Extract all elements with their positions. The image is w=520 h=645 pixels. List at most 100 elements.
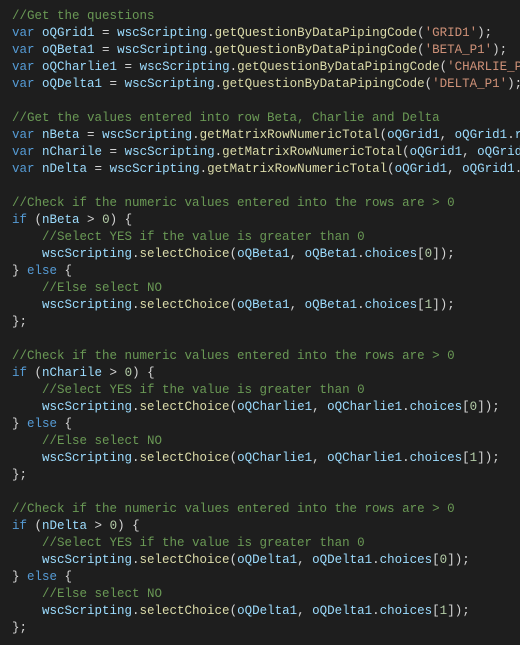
token-op: ( (230, 400, 238, 414)
token-op: ]); (477, 451, 500, 465)
code-line[interactable]: //Else select NO (12, 433, 508, 450)
token-op: ]); (447, 604, 470, 618)
token-var: oQBeta1 (305, 298, 358, 312)
token-op: ( (230, 553, 238, 567)
code-line[interactable]: }; (12, 620, 508, 637)
token-op: = (117, 60, 140, 74)
token-var: wscScripting (102, 128, 192, 142)
token-var: nDelta (42, 162, 87, 176)
token-op: . (207, 26, 215, 40)
token-op (12, 587, 42, 601)
token-var: oQDelta1 (237, 604, 297, 618)
code-line[interactable]: wscScripting.selectChoice(oQDelta1, oQDe… (12, 603, 508, 620)
code-line[interactable] (12, 93, 508, 110)
code-line[interactable]: //Get the values entered into row Beta, … (12, 110, 508, 127)
token-op: > (102, 366, 125, 380)
code-line[interactable]: if (nBeta > 0) { (12, 212, 508, 229)
code-line[interactable] (12, 484, 508, 501)
code-line[interactable]: var nBeta = wscScripting.getMatrixRowNum… (12, 127, 508, 144)
token-op: ( (27, 519, 42, 533)
token-comment: //Else select NO (42, 281, 162, 295)
code-line[interactable]: var oQDelta1 = wscScripting.getQuestionB… (12, 76, 508, 93)
code-line[interactable]: }; (12, 314, 508, 331)
code-line[interactable]: } else { (12, 416, 508, 433)
token-var: wscScripting (42, 247, 132, 261)
token-op (12, 383, 42, 397)
code-line[interactable]: if (nDelta > 0) { (12, 518, 508, 535)
code-line[interactable]: //Else select NO (12, 280, 508, 297)
token-kw: var (12, 145, 35, 159)
code-line[interactable]: }; (12, 467, 508, 484)
code-editor[interactable]: //Get the questions var oQGrid1 = wscScri… (12, 8, 508, 637)
code-line[interactable]: //Check if the numeric values entered in… (12, 501, 508, 518)
code-line[interactable]: //Check if the numeric values entered in… (12, 195, 508, 212)
token-kw: var (12, 128, 35, 142)
token-var: wscScripting (42, 400, 132, 414)
token-op: . (132, 400, 140, 414)
token-op (12, 553, 42, 567)
code-line[interactable]: wscScripting.selectChoice(oQBeta1, oQBet… (12, 297, 508, 314)
token-comment: //Get the values entered into row Beta, … (12, 111, 440, 125)
code-line[interactable]: wscScripting.selectChoice(oQBeta1, oQBet… (12, 246, 508, 263)
token-var: oQDelta1 (312, 553, 372, 567)
code-line[interactable]: //Select YES if the value is greater tha… (12, 229, 508, 246)
token-op: , (297, 553, 312, 567)
token-op: [ (417, 298, 425, 312)
code-line[interactable]: //Else select NO (12, 586, 508, 603)
token-op: . (132, 604, 140, 618)
token-op: ( (230, 451, 238, 465)
code-line[interactable]: wscScripting.selectChoice(oQCharlie1, oQ… (12, 399, 508, 416)
code-line[interactable]: //Select YES if the value is greater tha… (12, 535, 508, 552)
code-line[interactable]: var nCharile = wscScripting.getMatrixRow… (12, 144, 508, 161)
code-line[interactable]: var oQCharlie1 = wscScripting.getQuestio… (12, 59, 508, 76)
code-line[interactable]: } else { (12, 263, 508, 280)
token-var: oQBeta1 (237, 298, 290, 312)
code-line[interactable]: var oQBeta1 = wscScripting.getQuestionBy… (12, 42, 508, 59)
token-op: [ (462, 400, 470, 414)
token-op: ( (230, 247, 238, 261)
token-op: . (372, 553, 380, 567)
code-line[interactable]: wscScripting.selectChoice(oQDelta1, oQDe… (12, 552, 508, 569)
token-var: wscScripting (42, 451, 132, 465)
token-op: ); (492, 43, 507, 57)
token-kw: var (12, 43, 35, 57)
token-comment: //Else select NO (42, 434, 162, 448)
token-op (35, 162, 43, 176)
token-var: nCharile (42, 366, 102, 380)
code-line[interactable]: var oQGrid1 = wscScripting.getQuestionBy… (12, 25, 508, 42)
token-var: wscScripting (42, 553, 132, 567)
code-line[interactable]: //Get the questions (12, 8, 508, 25)
token-op (12, 247, 42, 261)
token-op (12, 230, 42, 244)
token-str: 'DELTA_P1' (432, 77, 507, 91)
code-line[interactable]: //Check if the numeric values entered in… (12, 348, 508, 365)
token-var: oQCharlie1 (237, 400, 312, 414)
token-comment: //Check if the numeric values entered in… (12, 349, 455, 363)
code-line[interactable] (12, 331, 508, 348)
token-op (12, 451, 42, 465)
token-op: , (447, 162, 462, 176)
token-fn: selectChoice (140, 451, 230, 465)
token-var: choices (380, 553, 433, 567)
token-var: oQDelta1 (42, 77, 102, 91)
token-op (35, 77, 43, 91)
code-line[interactable]: if (nCharile > 0) { (12, 365, 508, 382)
code-line[interactable] (12, 178, 508, 195)
code-line[interactable]: wscScripting.selectChoice(oQCharlie1, oQ… (12, 450, 508, 467)
token-var: choices (410, 400, 463, 414)
token-op: . (515, 162, 520, 176)
token-op: > (87, 519, 110, 533)
token-comment: //Get the questions (12, 9, 155, 23)
token-str: 'CHARLIE_P1' (447, 60, 520, 74)
token-op: . (200, 162, 208, 176)
token-var: nBeta (42, 213, 80, 227)
code-line[interactable]: //Select YES if the value is greater tha… (12, 382, 508, 399)
token-op: { (57, 570, 72, 584)
code-line[interactable]: } else { (12, 569, 508, 586)
token-op: = (102, 77, 125, 91)
code-line[interactable]: var nDelta = wscScripting.getMatrixRowNu… (12, 161, 508, 178)
token-op: = (102, 145, 125, 159)
token-op: } (12, 417, 27, 431)
token-op: ) { (110, 213, 133, 227)
token-num: 0 (102, 213, 110, 227)
